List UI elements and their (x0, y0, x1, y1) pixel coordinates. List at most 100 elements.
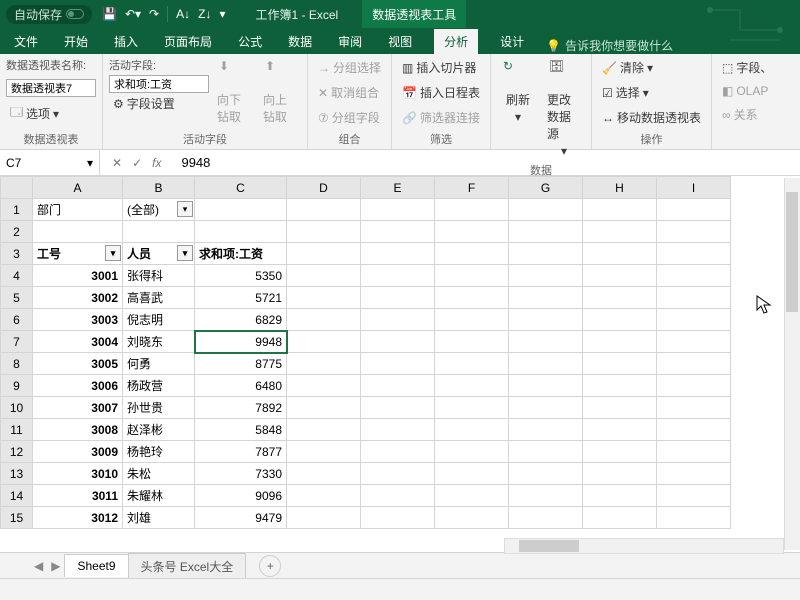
tab-analyze[interactable]: 分析 (434, 29, 478, 54)
col-header-G[interactable]: G (509, 177, 583, 199)
insert-timeline-button[interactable]: 📅插入日程表 (398, 82, 484, 103)
add-sheet-button[interactable]: + (259, 555, 281, 577)
cell[interactable]: 倪志明 (123, 309, 195, 331)
options-button[interactable]: 🗔选项 ▾ (6, 101, 96, 126)
active-field-input[interactable] (109, 75, 209, 93)
cell[interactable]: 5721 (195, 287, 287, 309)
namebox-dropdown-icon[interactable]: ▾ (87, 156, 93, 170)
row-header[interactable]: 1 (1, 199, 33, 221)
cell[interactable]: 张得科 (123, 265, 195, 287)
cell[interactable]: 3011 (33, 485, 123, 507)
row-header[interactable]: 3 (1, 243, 33, 265)
sort-asc-icon[interactable]: A↓ (176, 7, 190, 21)
cell[interactable]: 3012 (33, 507, 123, 529)
cell[interactable] (195, 199, 287, 221)
cell[interactable]: 9479 (195, 507, 287, 529)
cell[interactable]: 朱松 (123, 463, 195, 485)
row-header[interactable]: 4 (1, 265, 33, 287)
cell[interactable]: 杨艳玲 (123, 441, 195, 463)
cell[interactable]: 朱耀林 (123, 485, 195, 507)
col-header-C[interactable]: C (195, 177, 287, 199)
cell[interactable]: 3006 (33, 375, 123, 397)
formula-value[interactable]: 9948 (173, 155, 218, 170)
sort-desc-icon[interactable]: Z↓ (198, 7, 211, 21)
sheet-nav-prev-icon[interactable]: ◀ (30, 559, 47, 573)
undo-icon[interactable]: ↶▾ (125, 7, 141, 21)
select-button[interactable]: ☑选择 ▾ (598, 82, 705, 103)
pivot-name-input[interactable] (6, 79, 96, 97)
cell[interactable]: 杨政营 (123, 375, 195, 397)
row-header[interactable]: 15 (1, 507, 33, 529)
filter-dropdown-icon[interactable]: ▾ (177, 201, 193, 217)
cell[interactable]: 高喜武 (123, 287, 195, 309)
name-box[interactable]: ▾ (0, 150, 100, 175)
fx-icon[interactable]: fx (152, 156, 161, 170)
tab-data[interactable]: 数据 (284, 29, 316, 54)
cell[interactable]: 5848 (195, 419, 287, 441)
cell[interactable]: 7330 (195, 463, 287, 485)
worksheet-grid[interactable]: A B C D E F G H I 1 部门 (全部)▾ 2 3 工号▾ 人员▾… (0, 176, 800, 572)
row-header[interactable]: 2 (1, 221, 33, 243)
col-header-H[interactable]: H (583, 177, 657, 199)
cell[interactable]: 6829 (195, 309, 287, 331)
row-header[interactable]: 7 (1, 331, 33, 353)
row-header[interactable]: 8 (1, 353, 33, 375)
horizontal-scrollbar[interactable] (504, 538, 784, 554)
row-header[interactable]: 5 (1, 287, 33, 309)
row-header[interactable]: 6 (1, 309, 33, 331)
cell[interactable]: 3005 (33, 353, 123, 375)
col-header-B[interactable]: B (123, 177, 195, 199)
tab-design[interactable]: 设计 (496, 29, 528, 54)
row-header[interactable]: 9 (1, 375, 33, 397)
cell[interactable]: 8775 (195, 353, 287, 375)
insert-slicer-button[interactable]: ▥插入切片器 (398, 57, 484, 78)
save-icon[interactable]: 💾 (102, 7, 117, 21)
vertical-scrollbar[interactable] (784, 178, 800, 550)
scrollbar-thumb[interactable] (519, 540, 579, 552)
clear-button[interactable]: 🧹清除 ▾ (598, 57, 705, 78)
row-header[interactable]: 11 (1, 419, 33, 441)
scrollbar-thumb[interactable] (786, 192, 798, 312)
row-header[interactable]: 13 (1, 463, 33, 485)
row-header[interactable]: 10 (1, 397, 33, 419)
cell[interactable]: 9948 (195, 331, 287, 353)
cell[interactable]: 刘雄 (123, 507, 195, 529)
row-header[interactable]: 14 (1, 485, 33, 507)
cell[interactable]: 3002 (33, 287, 123, 309)
move-pivot-button[interactable]: ↔移动数据透视表 (598, 107, 705, 128)
col-header-E[interactable]: E (361, 177, 435, 199)
cell[interactable]: 3010 (33, 463, 123, 485)
cell[interactable]: 何勇 (123, 353, 195, 375)
enter-icon[interactable]: ✓ (132, 156, 142, 170)
field-settings-button[interactable]: ⚙字段设置 (109, 93, 209, 114)
cell[interactable]: 3003 (33, 309, 123, 331)
col-header-A[interactable]: A (33, 177, 123, 199)
sheet-nav-next-icon[interactable]: ▶ (47, 559, 64, 573)
tell-me[interactable]: 💡 告诉我你想要做什么 (546, 37, 673, 54)
cell-reference-input[interactable] (6, 156, 66, 170)
pivot-header[interactable]: 人员▾ (123, 243, 195, 265)
change-source-button[interactable]: 🗄更改数据源▾ (543, 57, 585, 160)
cell[interactable]: 5350 (195, 265, 287, 287)
autosave-toggle[interactable]: 自动保存 (6, 5, 92, 24)
cell[interactable]: 孙世贵 (123, 397, 195, 419)
cell[interactable]: 3009 (33, 441, 123, 463)
redo-icon[interactable]: ↷ (149, 7, 159, 21)
cancel-icon[interactable]: ✕ (112, 156, 122, 170)
qat-dropdown-icon[interactable]: ▾ (219, 7, 225, 21)
sheet-tab[interactable]: 头条号 Excel大全 (128, 553, 247, 579)
cell[interactable]: 7877 (195, 441, 287, 463)
tab-home[interactable]: 开始 (60, 29, 92, 54)
col-header-D[interactable]: D (287, 177, 361, 199)
col-header-F[interactable]: F (435, 177, 509, 199)
cell[interactable]: 3007 (33, 397, 123, 419)
cell[interactable]: 3008 (33, 419, 123, 441)
cell[interactable]: 刘晓东 (123, 331, 195, 353)
sheet-tab-active[interactable]: Sheet9 (64, 554, 128, 577)
tab-review[interactable]: 审阅 (334, 29, 366, 54)
cell[interactable]: 赵泽彬 (123, 419, 195, 441)
cell[interactable]: 9096 (195, 485, 287, 507)
pivot-header[interactable]: 工号▾ (33, 243, 123, 265)
pivot-header[interactable]: 求和项:工资 (195, 243, 287, 265)
filter-dropdown-icon[interactable]: ▾ (177, 245, 193, 261)
